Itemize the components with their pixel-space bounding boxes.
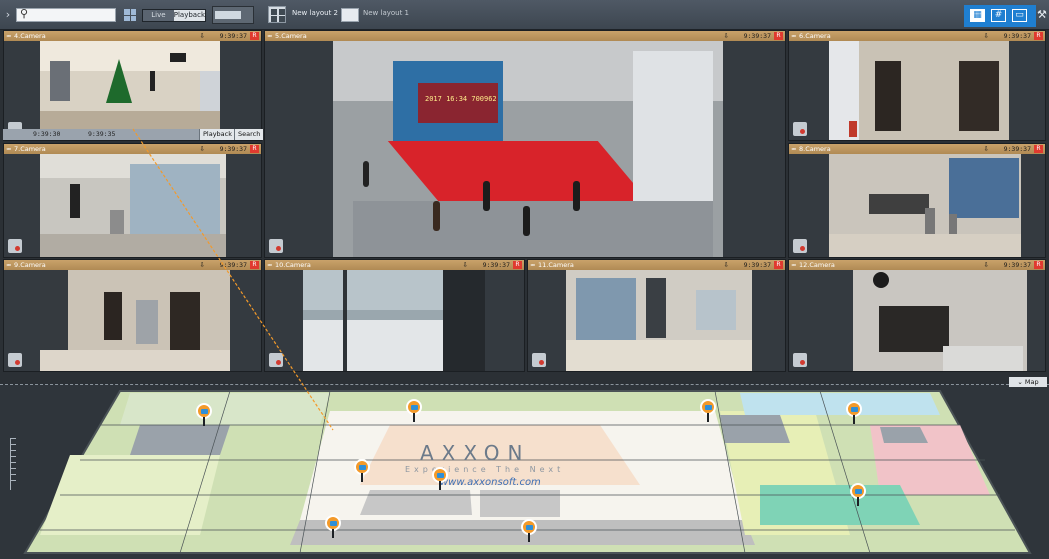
camera-link-line [132, 128, 334, 431]
map-toggle-button[interactable]: ⌄ Map [1009, 377, 1047, 387]
chevron-down-icon: ⌄ [1017, 378, 1023, 386]
app-window: › ⚲ Live Playback New layout 2 New layou… [0, 0, 1049, 559]
map-zoom-slider[interactable] [10, 438, 20, 490]
map-label: Map [1024, 378, 1039, 386]
